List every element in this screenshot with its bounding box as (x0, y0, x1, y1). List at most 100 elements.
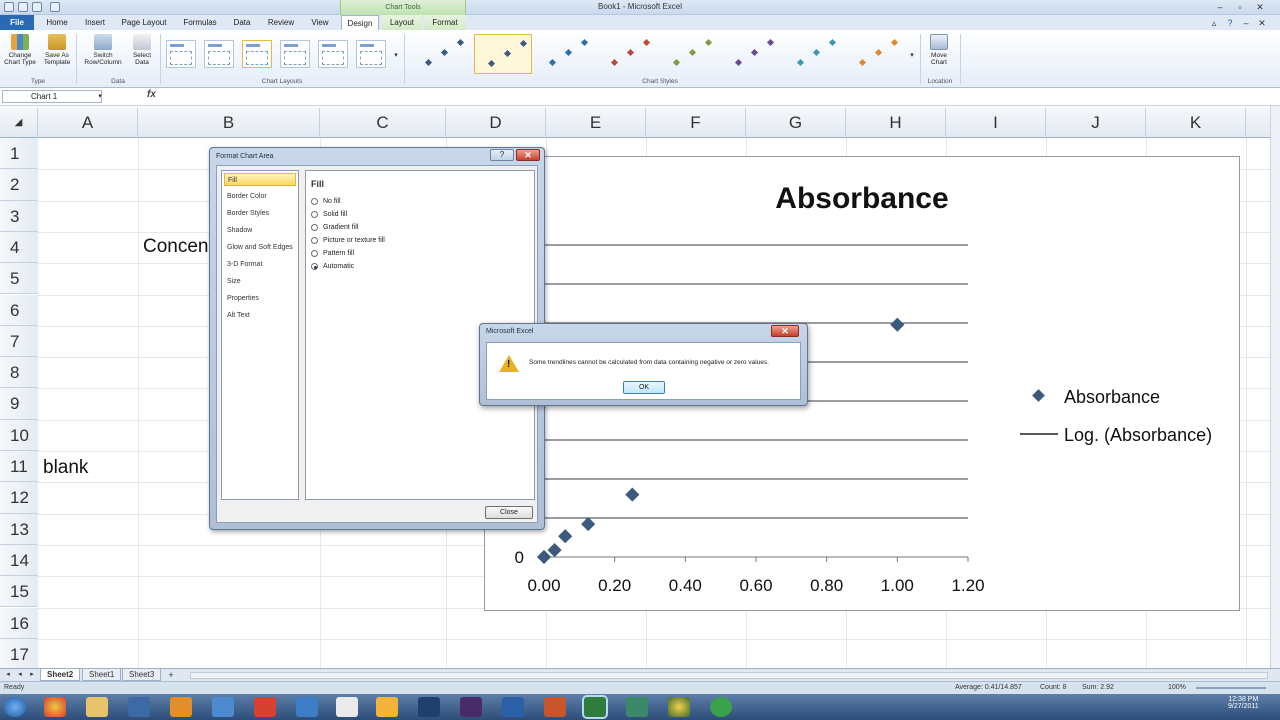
radio-solid-fill[interactable]: Solid fill (311, 210, 347, 220)
row-header-15[interactable]: 15 (0, 576, 38, 608)
row-header-16[interactable]: 16 (0, 607, 38, 639)
chart-style-8[interactable] (846, 34, 904, 74)
zoom-slider[interactable] (1196, 687, 1266, 689)
row-header-6[interactable]: 6 (0, 294, 38, 326)
html5-icon[interactable] (254, 697, 276, 717)
save-as-template-button[interactable]: Save As Template (40, 34, 74, 78)
tab-file[interactable]: File (0, 15, 34, 30)
move-chart-button[interactable]: Move Chart (924, 34, 954, 78)
tab-review[interactable]: Review (264, 15, 298, 30)
chart-layout-4[interactable] (280, 40, 310, 68)
chart-legend[interactable]: Absorbance Log. (Absorbance) (1020, 387, 1212, 445)
doc-close-icon[interactable]: ✕ (1256, 17, 1268, 29)
row-header-14[interactable]: 14 (0, 544, 38, 577)
ribbon-minimize-icon[interactable]: ▵ (1208, 17, 1220, 29)
radio-gradient-fill[interactable]: Gradient fill (311, 223, 358, 233)
column-header-d[interactable]: D (446, 108, 546, 138)
data-point[interactable] (625, 487, 640, 502)
chart-layout-2[interactable] (204, 40, 234, 68)
name-box[interactable]: Chart 1 (2, 90, 102, 103)
tab-data[interactable]: Data (226, 15, 258, 30)
nav-size[interactable]: Size (224, 275, 296, 288)
zoom-level[interactable]: 100% (1168, 684, 1186, 691)
insert-function-icon[interactable]: fx (147, 89, 156, 100)
styles-more-icon[interactable]: ▾ (906, 50, 918, 62)
chart-layout-3[interactable] (242, 40, 272, 68)
chart-style-2[interactable] (474, 34, 532, 74)
switch-row-column-button[interactable]: Switch Row/Column (80, 34, 126, 78)
row-header-11[interactable]: 11 (0, 451, 38, 483)
insert-sheet-icon[interactable]: + (165, 669, 177, 681)
row-header-3[interactable]: 3 (0, 200, 38, 232)
row-header-17[interactable]: 17 (0, 638, 38, 671)
sheet-tab-sheet2[interactable]: Sheet2 (40, 669, 81, 681)
sheet-tab-sheet1[interactable]: Sheet1 (82, 669, 122, 681)
powerpoint-icon[interactable] (544, 697, 566, 717)
app-icon[interactable] (212, 697, 234, 717)
change-chart-type-button[interactable]: Change Chart Type (2, 34, 38, 78)
app-icon[interactable] (626, 697, 648, 717)
tab-home[interactable]: Home (40, 15, 74, 30)
chart-style-7[interactable] (784, 34, 842, 74)
row-header-8[interactable]: 8 (0, 357, 38, 389)
help-icon[interactable]: ? (1224, 17, 1236, 29)
radio-pattern-fill[interactable]: Pattern fill (311, 249, 354, 259)
nav-alt-text[interactable]: Alt Text (224, 309, 296, 322)
column-header-f[interactable]: F (646, 108, 746, 138)
nav-properties[interactable]: Properties (224, 292, 296, 305)
message-close-icon[interactable]: ✕ (771, 325, 799, 337)
nav-border-styles[interactable]: Border Styles (224, 207, 296, 220)
nav-3d-format[interactable]: 3-D Format (224, 258, 296, 271)
select-data-button[interactable]: Select Data (128, 34, 156, 78)
excel-taskbar-icon[interactable] (584, 697, 606, 717)
nav-border-color[interactable]: Border Color (224, 190, 296, 203)
name-box-dropdown-icon[interactable]: ▾ (94, 91, 106, 103)
sheet-tab-sheet3[interactable]: Sheet3 (122, 669, 162, 681)
radio-automatic[interactable]: Automatic (311, 262, 354, 272)
chrome-icon[interactable] (44, 697, 66, 717)
data-point[interactable] (890, 317, 905, 332)
nav-glow-soft-edges[interactable]: Glow and Soft Edges (224, 241, 296, 254)
word-icon[interactable] (502, 697, 524, 717)
doc-minimize-icon[interactable]: – (1240, 17, 1252, 29)
sheet-nav-next-icon[interactable]: ▸ (26, 669, 38, 681)
inkscape-icon[interactable] (336, 697, 358, 717)
column-header-h[interactable]: H (846, 108, 946, 138)
outlook-icon[interactable] (376, 697, 398, 717)
column-header-a[interactable]: A (38, 108, 138, 138)
data-point[interactable] (581, 516, 596, 532)
app-icon[interactable] (668, 697, 690, 717)
close-button[interactable]: Close (485, 506, 533, 519)
data-point[interactable] (536, 549, 552, 565)
vertical-scrollbar[interactable] (1270, 106, 1280, 668)
photoshop-icon[interactable] (418, 697, 440, 717)
premiere-icon[interactable] (460, 697, 482, 717)
column-header-b[interactable]: B (138, 108, 320, 138)
tab-format[interactable]: Format (424, 15, 466, 30)
tab-page-layout[interactable]: Page Layout (118, 15, 170, 30)
data-point[interactable] (547, 542, 562, 558)
hangouts-icon[interactable] (710, 697, 732, 717)
minimize-icon[interactable]: – (1214, 1, 1226, 13)
chart-style-5[interactable] (660, 34, 718, 74)
select-all-corner[interactable]: ◢ (0, 108, 38, 138)
sheet-nav-first-icon[interactable]: ◂ (2, 669, 14, 681)
nav-fill[interactable]: Fill (224, 173, 296, 186)
row-header-10[interactable]: 10 (0, 419, 38, 451)
tab-formulas[interactable]: Formulas (178, 15, 222, 30)
restore-icon[interactable]: ▫ (1234, 1, 1246, 13)
column-header-i[interactable]: I (946, 108, 1046, 138)
sheet-nav-prev-icon[interactable]: ◂ (14, 669, 26, 681)
start-button-icon[interactable] (4, 697, 26, 717)
column-header-j[interactable]: J (1046, 108, 1146, 138)
close-window-icon[interactable]: ✕ (1254, 1, 1266, 13)
row-header-1[interactable]: 1 (0, 138, 38, 170)
chart-style-3[interactable] (536, 34, 594, 74)
vlc-icon[interactable] (170, 697, 192, 717)
column-header-e[interactable]: E (546, 108, 646, 138)
column-header-g[interactable]: G (746, 108, 846, 138)
layouts-more-icon[interactable]: ▾ (390, 50, 402, 62)
chart-layout-6[interactable] (356, 40, 386, 68)
tab-design[interactable]: Design (341, 15, 379, 31)
chart-style-6[interactable] (722, 34, 780, 74)
